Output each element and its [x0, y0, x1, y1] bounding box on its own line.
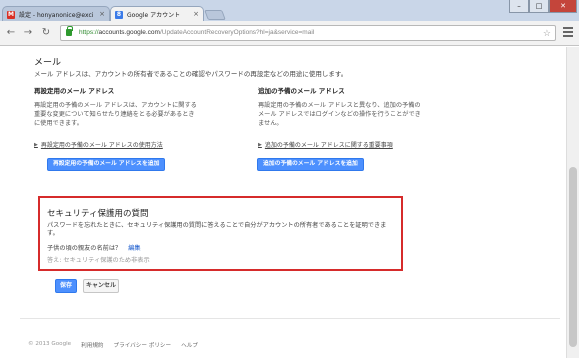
address-bar[interactable]: https://accounts.google.com/UpdateAccoun…	[60, 25, 556, 41]
back-arrow-icon[interactable]: ←	[5, 27, 17, 39]
lock-icon	[66, 26, 73, 36]
maximize-button[interactable]: □	[529, 0, 549, 13]
footer: © 2013 Google 利用規約 プライバシー ポリシー ヘルプ	[28, 341, 198, 349]
tab-strip: M 設定 - honyanonice@exci × 8 Google アカウント…	[0, 0, 579, 22]
google-icon: 8	[115, 11, 123, 19]
security-answer-text: 答え: セキュリティ保護のため非表示	[47, 257, 150, 264]
save-button[interactable]: 保存	[55, 279, 77, 293]
additional-email-help-link[interactable]: ▶ 追加の予備のメール アドレスに関する重要事項	[258, 140, 423, 150]
close-tab-icon[interactable]: ×	[99, 10, 105, 18]
additional-email-heading: 追加の予備のメール アドレス	[258, 87, 345, 95]
additional-email-column: 追加の予備のメール アドレス 再設定用の予備のメール アドレスと異なり、追加の予…	[258, 85, 423, 149]
url-scheme: https://	[79, 29, 99, 36]
tab-label: Google アカウント	[127, 12, 181, 19]
reload-icon[interactable]: ↻	[40, 27, 52, 39]
email-section-description: メール アドレスは、アカウントの所有者であることの確認やパスワードの再設定などの…	[34, 70, 348, 78]
browser-toolbar: ← → ↻ https://accounts.google.com/Update…	[0, 21, 579, 46]
menu-icon[interactable]	[563, 27, 573, 37]
recovery-email-help-link[interactable]: ▶ 再設定用の予備のメール アドレスの使用方法	[34, 140, 199, 150]
recovery-email-body: 再設定用の予備のメール アドレスは、アカウントに関する重要な変更について知らせた…	[34, 102, 197, 127]
footer-link-privacy[interactable]: プライバシー ポリシー	[114, 341, 172, 349]
triangle-right-icon: ▶	[34, 141, 38, 148]
new-tab-button[interactable]	[204, 10, 226, 20]
minimize-button[interactable]: –	[509, 0, 529, 13]
page-content: メール メール アドレスは、アカウントの所有者であることの確認やパスワードの再設…	[0, 47, 566, 358]
tab-gmail-settings[interactable]: M 設定 - honyanonice@exci ×	[2, 6, 110, 22]
footer-copyright: © 2013 Google	[28, 341, 72, 347]
additional-email-body: 再設定用の予備のメール アドレスと異なり、追加の予備のメール アドレスではログイ…	[258, 102, 421, 127]
additional-email-help-link-label: 追加の予備のメール アドレスに関する重要事項	[264, 142, 393, 149]
close-window-button[interactable]: ✕	[549, 0, 577, 13]
security-question-text: 子供の頃の親友の名前は？	[47, 245, 122, 252]
tab-label: 設定 - honyanonice@exci	[19, 12, 94, 19]
footer-link-terms[interactable]: 利用規約	[81, 341, 103, 349]
email-section-title: メール	[34, 58, 62, 68]
security-question-row: 子供の頃の親友の名前は？ 編集	[47, 243, 141, 252]
footer-divider	[20, 318, 560, 319]
cancel-button[interactable]: キャンセル	[83, 279, 119, 293]
security-question-title: セキュリティ保護用の質問	[47, 209, 149, 219]
recovery-email-heading: 再設定用のメール アドレス	[34, 87, 115, 95]
vertical-scrollbar[interactable]	[566, 47, 579, 358]
close-tab-icon[interactable]: ×	[193, 10, 199, 18]
browser-chrome: M 設定 - honyanonice@exci × 8 Google アカウント…	[0, 0, 579, 46]
security-question-description: パスワードを忘れたときに、セキュリティ保護用の質問に答えることで自分がアカウント…	[47, 222, 387, 237]
gmail-icon: M	[7, 11, 15, 19]
edit-question-link[interactable]: 編集	[128, 245, 140, 252]
url-host: accounts.google.com	[98, 29, 160, 36]
triangle-right-icon: ▶	[258, 141, 262, 148]
add-additional-email-button[interactable]: 追加の予備のメール アドレスを追加	[257, 158, 364, 171]
forward-arrow-icon[interactable]: →	[22, 27, 34, 39]
recovery-email-column: 再設定用のメール アドレス 再設定用の予備のメール アドレスは、アカウントに関す…	[34, 85, 199, 149]
bookmark-star-icon[interactable]: ☆	[543, 26, 551, 40]
tab-google-account[interactable]: 8 Google アカウント ×	[110, 6, 204, 22]
scrollbar-thumb[interactable]	[569, 167, 577, 347]
add-recovery-email-button[interactable]: 再設定用の予備のメール アドレスを追加	[47, 158, 166, 171]
recovery-email-help-link-label: 再設定用の予備のメール アドレスの使用方法	[40, 142, 163, 149]
footer-link-help[interactable]: ヘルプ	[181, 341, 198, 349]
url-path: /UpdateAccountRecoveryOptions?hl=ja&serv…	[159, 29, 315, 36]
